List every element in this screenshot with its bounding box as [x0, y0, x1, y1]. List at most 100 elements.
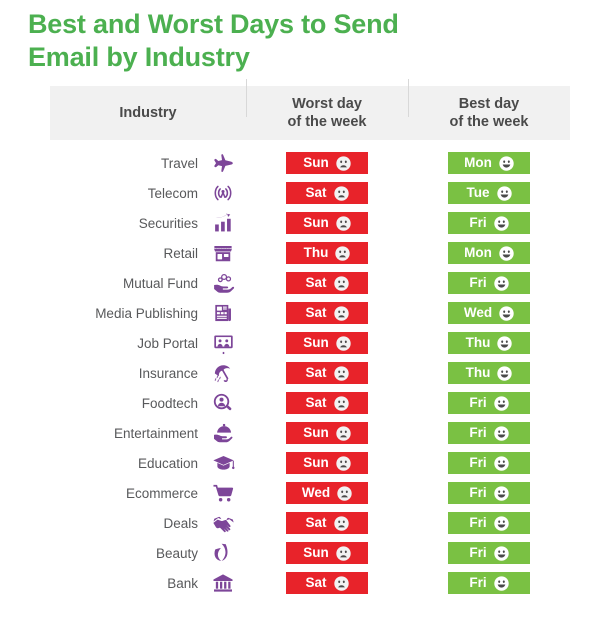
umbrella-rain-icon — [206, 362, 240, 384]
best-day-label: Wed — [463, 305, 493, 321]
industry-cell: Securities — [50, 212, 246, 234]
best-day-label: Mon — [464, 155, 492, 171]
best-day-cell: Fri — [408, 512, 570, 534]
industry-cell: Media Publishing — [50, 302, 246, 324]
worst-day-badge: Sun — [286, 332, 368, 354]
table-row: Bank Sat Fri — [50, 568, 570, 598]
best-day-badge: Fri — [448, 512, 530, 534]
industry-label: Bank — [167, 575, 198, 591]
presentation-icon — [206, 332, 240, 355]
industry-label: Foodtech — [141, 395, 198, 411]
column-header-best-day-line-1: Best day — [458, 96, 520, 112]
best-day-cell: Wed — [408, 302, 570, 324]
happy-face-icon — [493, 575, 509, 591]
worst-day-cell: Sat — [246, 272, 408, 294]
industry-cell: Deals — [50, 512, 246, 535]
industry-cell: Travel — [50, 152, 246, 174]
worst-day-cell: Sat — [246, 572, 408, 594]
page-title-line-1: Best and Worst Days to Send — [28, 9, 399, 39]
worst-day-cell: Sun — [246, 422, 408, 444]
sad-face-icon — [336, 215, 351, 231]
sad-face-icon — [333, 395, 349, 411]
industry-label: Telecom — [147, 185, 198, 201]
industry-label: Travel — [160, 155, 198, 171]
sad-face-icon — [333, 185, 349, 201]
worst-day-label: Sat — [305, 395, 327, 411]
best-day-cell: Tue — [408, 182, 570, 204]
best-day-cell: Fri — [408, 422, 570, 444]
happy-face-icon — [497, 365, 513, 381]
sad-face-icon — [336, 455, 351, 471]
sad-face-icon — [333, 575, 349, 591]
handshake-icon — [206, 512, 240, 535]
sad-face-icon — [335, 245, 351, 261]
happy-face-icon — [493, 425, 509, 441]
best-day-label: Tue — [466, 185, 490, 201]
column-header-worst-day: Worst day of the week — [246, 79, 408, 131]
worst-day-label: Sun — [303, 455, 329, 471]
worst-day-badge: Sun — [286, 452, 368, 474]
best-day-label: Fri — [469, 395, 487, 411]
happy-face-icon — [493, 545, 509, 561]
worst-day-label: Thu — [303, 245, 329, 261]
sad-face-icon — [333, 515, 349, 531]
worst-day-label: Sat — [305, 185, 327, 201]
worst-day-badge: Sun — [286, 542, 368, 564]
happy-face-icon — [493, 275, 509, 291]
best-day-badge: Tue — [448, 182, 530, 204]
worst-day-badge: Sat — [286, 392, 368, 414]
table-row: Deals Sat Fri — [50, 508, 570, 538]
industry-cell: Foodtech — [50, 392, 246, 414]
industry-label: Insurance — [138, 365, 198, 381]
table-row: Job Portal Sun Thu — [50, 328, 570, 358]
industry-label: Retail — [163, 245, 198, 261]
worst-day-badge: Sat — [286, 362, 368, 384]
table-row: Education Sun Fri — [50, 448, 570, 478]
industry-label: Beauty — [155, 545, 198, 561]
best-day-cell: Fri — [408, 482, 570, 504]
best-day-badge: Fri — [448, 452, 530, 474]
airplane-icon — [206, 152, 240, 174]
best-day-cell: Mon — [408, 242, 570, 264]
sad-face-icon — [336, 545, 351, 561]
best-day-cell: Fri — [408, 392, 570, 414]
best-day-cell: Fri — [408, 212, 570, 234]
best-day-label: Fri — [469, 275, 487, 291]
worst-day-label: Wed — [301, 485, 331, 501]
industry-label: Media Publishing — [95, 305, 198, 321]
happy-face-icon — [493, 395, 509, 411]
column-header-industry-label: Industry — [119, 105, 177, 121]
worst-day-label: Sun — [303, 545, 329, 561]
worst-day-label: Sun — [303, 155, 329, 171]
industry-cell: Beauty — [50, 542, 246, 564]
worst-day-cell: Sat — [246, 302, 408, 324]
table-row: Mutual Fund Sat Fri — [50, 268, 570, 298]
table-header-row: Industry Worst day of the week Best day … — [50, 79, 570, 140]
worst-day-badge: Sat — [286, 302, 368, 324]
worst-day-cell: Sun — [246, 152, 408, 174]
table-row: Insurance Sat Thu — [50, 358, 570, 388]
best-day-label: Fri — [469, 425, 487, 441]
best-day-cell: Thu — [408, 332, 570, 354]
column-header-worst-day-line-2: of the week — [287, 114, 367, 130]
best-day-label: Fri — [469, 485, 487, 501]
best-day-badge: Fri — [448, 482, 530, 504]
worst-day-label: Sat — [305, 575, 327, 591]
column-header-best-day-line-2: of the week — [449, 114, 529, 130]
best-day-badge: Mon — [448, 152, 530, 174]
column-header-industry: Industry — [50, 104, 246, 122]
best-day-cell: Fri — [408, 272, 570, 294]
industry-label: Deals — [163, 515, 198, 531]
worst-day-cell: Wed — [246, 482, 408, 504]
happy-face-icon — [493, 455, 509, 471]
best-day-label: Mon — [464, 245, 492, 261]
best-day-cell: Fri — [408, 572, 570, 594]
industry-cell: Telecom — [50, 182, 246, 204]
industry-cell: Ecommerce — [50, 482, 246, 504]
worst-day-label: Sun — [303, 425, 329, 441]
hand-coins-icon — [206, 272, 240, 295]
storefront-icon — [206, 242, 240, 264]
industry-cell: Entertainment — [50, 422, 246, 445]
shopping-cart-icon — [206, 482, 240, 504]
serving-cloche-icon — [206, 422, 240, 445]
